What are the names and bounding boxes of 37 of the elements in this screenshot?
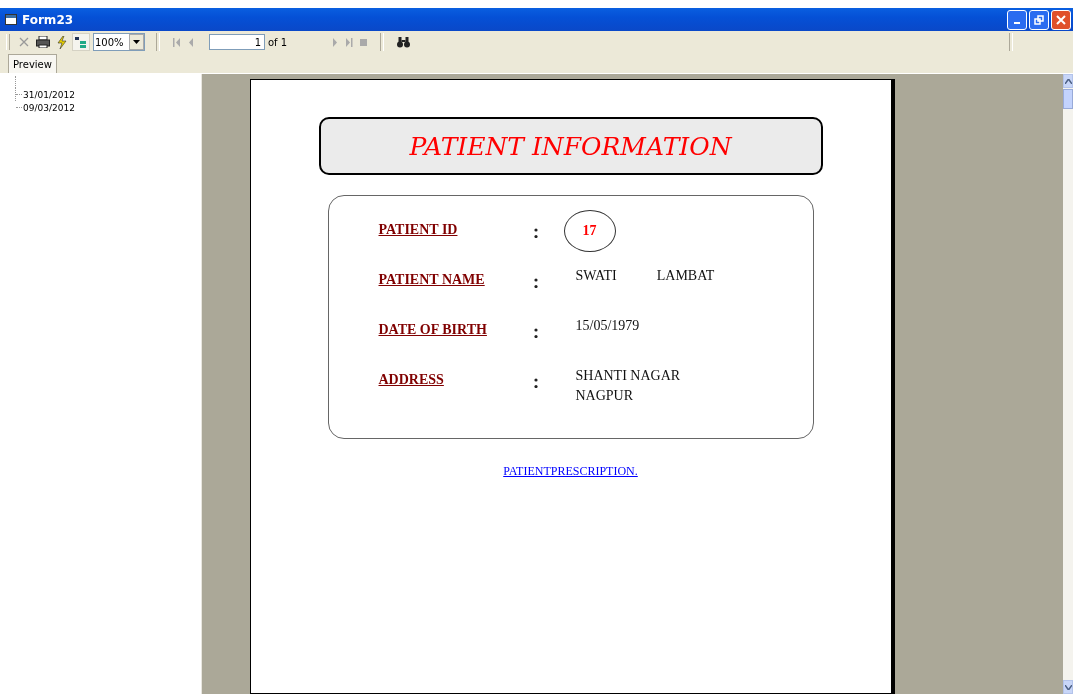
scroll-thumb[interactable] — [1063, 89, 1073, 109]
tree-toggle-icon[interactable] — [72, 33, 90, 51]
field-value: SHANTI NAGAR — [575, 367, 681, 385]
prescription-link[interactable]: PATIENTPRESCRIPTION. — [503, 464, 638, 478]
field-value: NAGPUR — [575, 387, 635, 405]
scroll-down-icon[interactable] — [1063, 680, 1073, 694]
field-label: ADDRESS — [378, 371, 445, 388]
scrollbar[interactable] — [1063, 74, 1073, 694]
field-label: DATE OF BIRTH — [378, 321, 488, 338]
minimize-icon — [1014, 21, 1020, 24]
field-label: PATIENT ID — [378, 221, 459, 238]
lightning-icon[interactable] — [55, 33, 69, 51]
restore-icon — [1034, 14, 1044, 25]
zoom-dropdown[interactable]: 100% — [93, 33, 145, 51]
colon-icon — [533, 328, 538, 338]
colon-icon — [533, 228, 538, 238]
printer-icon[interactable] — [34, 33, 52, 51]
caret-icon — [133, 40, 140, 44]
scroll-up-icon[interactable] — [1063, 74, 1073, 88]
preview-tab[interactable]: Preview — [8, 54, 57, 73]
tree-item[interactable]: 09/03/2012 — [23, 102, 75, 113]
tree-item[interactable]: 31/01/2012 — [23, 89, 75, 100]
field-value: LAMBAT — [656, 267, 715, 284]
report-title: PATIENT INFORMATION — [318, 117, 823, 175]
close-button[interactable] — [1051, 9, 1071, 30]
window-title: Form23 — [22, 12, 74, 27]
field-label: PATIENT NAME — [378, 271, 486, 288]
field-value: 15/05/1979 — [575, 317, 640, 334]
field-value: SWATI — [575, 267, 617, 284]
minimize-button[interactable] — [1007, 9, 1027, 30]
close-icon — [1056, 14, 1066, 25]
colon-icon — [533, 278, 538, 288]
colon-icon — [533, 378, 538, 388]
restore-button[interactable] — [1029, 9, 1049, 30]
page-number-field[interactable]: 1 — [209, 34, 265, 50]
page-count: of 1 — [268, 36, 288, 48]
window-icon — [5, 14, 17, 25]
